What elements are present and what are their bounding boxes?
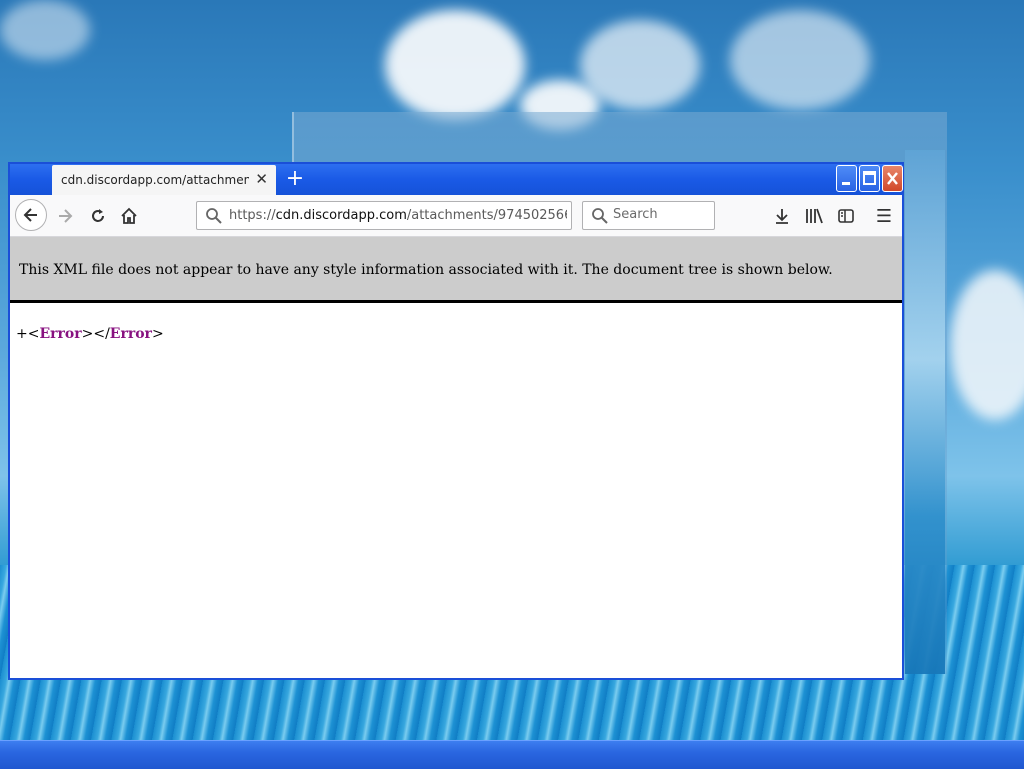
browser-window: cdn.discordapp.com/attachments/974502566… bbox=[8, 162, 904, 680]
page-content: This XML file does not appear to have an… bbox=[10, 237, 902, 678]
home-icon bbox=[121, 207, 137, 224]
sidebar-icon bbox=[838, 209, 854, 223]
taskbar[interactable] bbox=[0, 740, 1024, 769]
sidebar-button[interactable] bbox=[834, 204, 858, 228]
reload-button[interactable] bbox=[83, 201, 113, 231]
maximize-icon bbox=[863, 171, 876, 185]
xml-info-text: This XML file does not appear to have an… bbox=[19, 262, 833, 278]
search-icon bbox=[206, 208, 222, 224]
ghost-window-edge bbox=[905, 150, 945, 674]
new-tab-button[interactable]: + bbox=[284, 166, 306, 192]
library-button[interactable] bbox=[802, 204, 826, 228]
hamburger-menu-icon: ☰ bbox=[875, 205, 893, 227]
tab-close-icon[interactable]: ✕ bbox=[255, 170, 268, 188]
maximize-button[interactable] bbox=[859, 165, 880, 192]
minimize-icon bbox=[842, 182, 850, 185]
tab-active[interactable]: cdn.discordapp.com/attachments/974502566… bbox=[52, 165, 276, 195]
title-bar[interactable]: cdn.discordapp.com/attachments/974502566… bbox=[10, 164, 903, 195]
forward-button[interactable] bbox=[50, 201, 80, 231]
search-input[interactable] bbox=[613, 207, 708, 222]
tab-title: cdn.discordapp.com/attachments/974502566… bbox=[61, 173, 249, 187]
library-icon bbox=[806, 208, 823, 224]
back-button[interactable] bbox=[15, 199, 47, 231]
menu-button[interactable]: ☰ bbox=[872, 204, 896, 228]
xml-document-tree: +<Error></Error> bbox=[16, 326, 164, 342]
reload-icon bbox=[92, 209, 104, 222]
downloads-button[interactable] bbox=[770, 204, 794, 228]
search-icon bbox=[592, 208, 608, 224]
url-scheme: https:// bbox=[229, 208, 276, 223]
open-bracket: < bbox=[27, 326, 40, 342]
close-open-bracket: ></ bbox=[81, 326, 110, 342]
url-bar[interactable]: https://cdn.discordapp.com/attachments/9… bbox=[196, 201, 572, 230]
url-text[interactable]: https://cdn.discordapp.com/attachments/9… bbox=[229, 208, 567, 223]
back-arrow-icon bbox=[23, 208, 37, 222]
close-icon bbox=[887, 172, 898, 185]
url-path: /attachments/974502566798966 bbox=[406, 208, 567, 223]
download-icon bbox=[776, 209, 788, 224]
close-window-button[interactable] bbox=[882, 165, 903, 192]
xml-open-tag: Error bbox=[39, 326, 82, 342]
xml-close-tag: Error bbox=[109, 326, 152, 342]
minimize-button[interactable] bbox=[836, 165, 857, 192]
search-bar[interactable] bbox=[582, 201, 715, 230]
navigation-toolbar: https://cdn.discordapp.com/attachments/9… bbox=[10, 195, 902, 237]
home-button[interactable] bbox=[114, 201, 144, 231]
collapse-toggle[interactable]: + bbox=[16, 326, 28, 342]
url-host: cdn.discordapp.com bbox=[275, 208, 407, 223]
forward-arrow-icon bbox=[59, 209, 73, 223]
end-bracket: > bbox=[151, 326, 164, 342]
xml-info-banner: This XML file does not appear to have an… bbox=[10, 237, 902, 303]
